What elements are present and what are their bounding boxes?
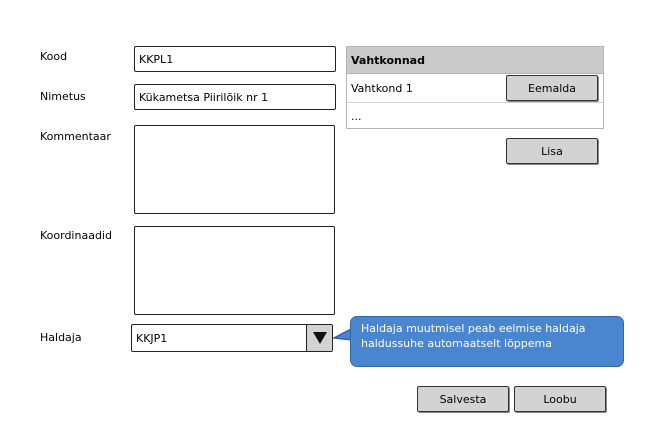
koordinaadid-textarea[interactable] [134,226,335,315]
cancel-button[interactable]: Loobu [514,386,606,412]
vahtkonnad-header: Vahtkonnad [347,47,603,74]
dropdown-button[interactable] [306,325,332,351]
table-row[interactable]: ... [347,103,603,130]
haldaja-tooltip: Haldaja muutmisel peab eelmise haldaja h… [350,316,624,367]
kood-value: KKPL1 [139,52,174,66]
haldaja-label: Haldaja [40,331,82,344]
vahtkond-name: Vahtkond 1 [351,81,413,95]
remove-button[interactable]: Eemalda [506,75,598,101]
kood-input[interactable]: KKPL1 [134,46,336,72]
haldaja-select[interactable]: KKJP1 [131,324,333,352]
haldaja-selected-value: KKJP1 [136,331,168,345]
add-button[interactable]: Lisa [506,138,598,164]
vahtkond-name: ... [351,110,362,123]
tooltip-line-2: haldussuhe automaatselt lõppema [361,337,552,350]
kommentaar-label: Kommentaar [40,130,111,143]
kood-label: Kood [40,50,68,63]
nimetus-value: Kükametsa Piirilõik nr 1 [139,90,269,104]
koordinaadid-label: Koordinaadid [40,229,112,242]
nimetus-input[interactable]: Kükametsa Piirilõik nr 1 [134,84,336,110]
save-button[interactable]: Salvesta [417,386,509,412]
nimetus-label: Nimetus [40,90,86,103]
triangle-down-icon [312,332,327,344]
kommentaar-textarea[interactable] [134,125,335,214]
tooltip-line-1: Haldaja muutmisel peab eelmise haldaja [361,322,586,335]
